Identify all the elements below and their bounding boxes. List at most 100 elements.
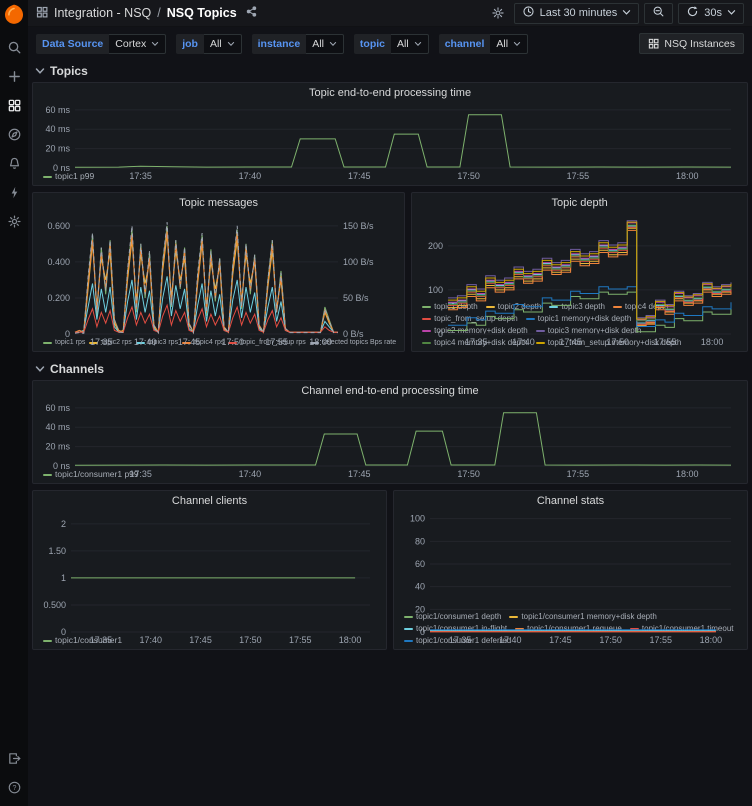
- help-icon[interactable]: ?: [0, 773, 28, 802]
- svg-text:20 ms: 20 ms: [45, 144, 70, 154]
- variables-bar: Data Source Cortex job All instance All …: [28, 27, 752, 60]
- svg-text:1: 1: [61, 573, 66, 583]
- chevron-down-icon: [414, 41, 422, 47]
- svg-text:17:40: 17:40: [134, 337, 157, 347]
- panel-channel-clients: Channel clients 00.50011.50217:3517:4017…: [32, 490, 387, 650]
- sidebar: ?: [0, 0, 28, 806]
- chart-svg: 0 ns20 ms40 ms60 ms17:3517:4017:4517:501…: [39, 399, 741, 479]
- explore-icon[interactable]: [0, 120, 28, 149]
- zoom-out-icon: [652, 5, 665, 21]
- svg-text:17:55: 17:55: [567, 171, 590, 181]
- chart-area[interactable]: 0 ns20 ms40 ms60 ms17:3517:4017:4517:501…: [39, 399, 741, 468]
- dashboard-settings-gear-icon[interactable]: [487, 4, 509, 22]
- svg-text:18:00: 18:00: [701, 337, 724, 347]
- zoom-out-button[interactable]: [644, 3, 673, 24]
- sign-out-icon[interactable]: [0, 744, 28, 773]
- chart-area[interactable]: 0 ns20 ms40 ms60 ms17:3517:4017:4517:501…: [39, 101, 741, 170]
- variable-value: All: [210, 38, 222, 50]
- dashboard-topbar: Integration - NSQ / NSQ Topics Last 30 m…: [28, 0, 752, 27]
- refresh-button[interactable]: 30s: [678, 3, 744, 24]
- chevron-down-icon: [35, 67, 45, 75]
- chart-area[interactable]: 010020017:3517:4017:4517:5017:5518:00: [418, 211, 741, 300]
- panel-title[interactable]: Topic depth: [418, 196, 741, 211]
- svg-text:0 ns: 0 ns: [53, 163, 71, 173]
- svg-text:18:00: 18:00: [700, 635, 723, 645]
- svg-text:17:55: 17:55: [567, 469, 590, 479]
- variable-value: Cortex: [115, 38, 146, 50]
- panel-title[interactable]: Channel end-to-end processing time: [39, 384, 741, 399]
- svg-text:17:55: 17:55: [654, 337, 677, 347]
- dashboard-body: Topics Topic end-to-end processing time …: [28, 60, 752, 650]
- breadcrumb-folder[interactable]: Integration - NSQ: [54, 6, 151, 20]
- variable-value: All: [397, 38, 409, 50]
- svg-text:200: 200: [428, 241, 443, 251]
- panel-title[interactable]: Topic messages: [39, 196, 398, 211]
- variable-value: All: [312, 38, 324, 50]
- main-area: Integration - NSQ / NSQ Topics Last 30 m…: [28, 0, 752, 650]
- row-header-channels[interactable]: Channels: [28, 358, 752, 380]
- share-icon[interactable]: [245, 5, 258, 21]
- svg-text:60 ms: 60 ms: [45, 105, 70, 115]
- chevron-down-icon: [227, 41, 235, 47]
- svg-text:18:00: 18:00: [309, 337, 332, 347]
- svg-text:60: 60: [415, 559, 425, 569]
- row-header-topics[interactable]: Topics: [28, 60, 752, 82]
- variable-value-dropdown[interactable]: All: [391, 34, 429, 54]
- svg-text:17:50: 17:50: [222, 337, 245, 347]
- variable-job: job All: [176, 34, 241, 54]
- variable-value-dropdown[interactable]: All: [204, 34, 242, 54]
- panel-topic-depth: Topic depth 010020017:3517:4017:4517:501…: [411, 192, 748, 352]
- chevron-down-icon: [35, 365, 45, 373]
- nsq-instances-link[interactable]: NSQ Instances: [639, 33, 744, 54]
- svg-text:17:40: 17:40: [239, 469, 262, 479]
- svg-text:0 B/s: 0 B/s: [343, 329, 364, 339]
- panel-title[interactable]: Channel stats: [400, 494, 741, 509]
- page-title[interactable]: NSQ Topics: [167, 6, 237, 20]
- time-range-picker[interactable]: Last 30 minutes: [514, 3, 640, 24]
- chart-area[interactable]: 02040608010017:3517:4017:4517:5017:5518:…: [400, 509, 741, 610]
- svg-text:18:00: 18:00: [339, 635, 362, 645]
- svg-text:17:40: 17:40: [239, 171, 262, 181]
- grafana-logo-icon[interactable]: [3, 3, 25, 25]
- svg-text:17:50: 17:50: [599, 635, 622, 645]
- chart-area[interactable]: 00.50011.50217:3517:4017:4517:5017:5518:…: [39, 509, 380, 634]
- svg-text:17:40: 17:40: [139, 635, 162, 645]
- create-icon[interactable]: [0, 62, 28, 91]
- svg-text:100 B/s: 100 B/s: [343, 257, 374, 267]
- chevron-down-icon: [329, 41, 337, 47]
- svg-text:20 ms: 20 ms: [45, 442, 70, 452]
- configuration-gear-icon[interactable]: [0, 207, 28, 236]
- svg-text:17:55: 17:55: [289, 635, 312, 645]
- svg-text:20: 20: [415, 604, 425, 614]
- search-icon[interactable]: [0, 33, 28, 62]
- svg-text:17:45: 17:45: [560, 337, 583, 347]
- chevron-down-icon: [727, 7, 736, 19]
- svg-text:1.50: 1.50: [48, 546, 66, 556]
- svg-text:17:35: 17:35: [129, 469, 152, 479]
- panel-channel-stats: Channel stats 02040608010017:3517:4017:4…: [393, 490, 748, 650]
- svg-text:40 ms: 40 ms: [45, 422, 70, 432]
- svg-text:17:40: 17:40: [499, 635, 522, 645]
- variable-value-dropdown[interactable]: All: [490, 34, 528, 54]
- alerting-bell-icon[interactable]: [0, 149, 28, 178]
- panel-title[interactable]: Channel clients: [39, 494, 380, 509]
- dashboards-icon[interactable]: [0, 91, 28, 120]
- variable-value-dropdown[interactable]: All: [306, 34, 344, 54]
- svg-text:100: 100: [410, 514, 425, 524]
- panel-topic-messages: Topic messages 00.2000.4000.6000 B/s50 B…: [32, 192, 405, 352]
- chart-svg: 010020017:3517:4017:4517:5017:5518:00: [418, 211, 741, 347]
- variable-value-dropdown[interactable]: Cortex: [109, 34, 166, 54]
- nsq-instances-label: NSQ Instances: [664, 38, 735, 50]
- variable-datasource: Data Source Cortex: [36, 34, 166, 54]
- svg-text:0.400: 0.400: [47, 257, 70, 267]
- row-label: Channels: [50, 362, 104, 376]
- variable-label: channel: [439, 34, 491, 54]
- svg-text:0: 0: [65, 329, 70, 339]
- panel-channel-e2e-processing-time: Channel end-to-end processing time 0 ns2…: [32, 380, 748, 484]
- plugins-bolt-icon[interactable]: [0, 178, 28, 207]
- svg-text:17:45: 17:45: [189, 635, 212, 645]
- svg-text:17:45: 17:45: [178, 337, 201, 347]
- chevron-down-icon: [513, 41, 521, 47]
- panel-title[interactable]: Topic end-to-end processing time: [39, 86, 741, 101]
- chart-area[interactable]: 00.2000.4000.6000 B/s50 B/s100 B/s150 B/…: [39, 211, 398, 336]
